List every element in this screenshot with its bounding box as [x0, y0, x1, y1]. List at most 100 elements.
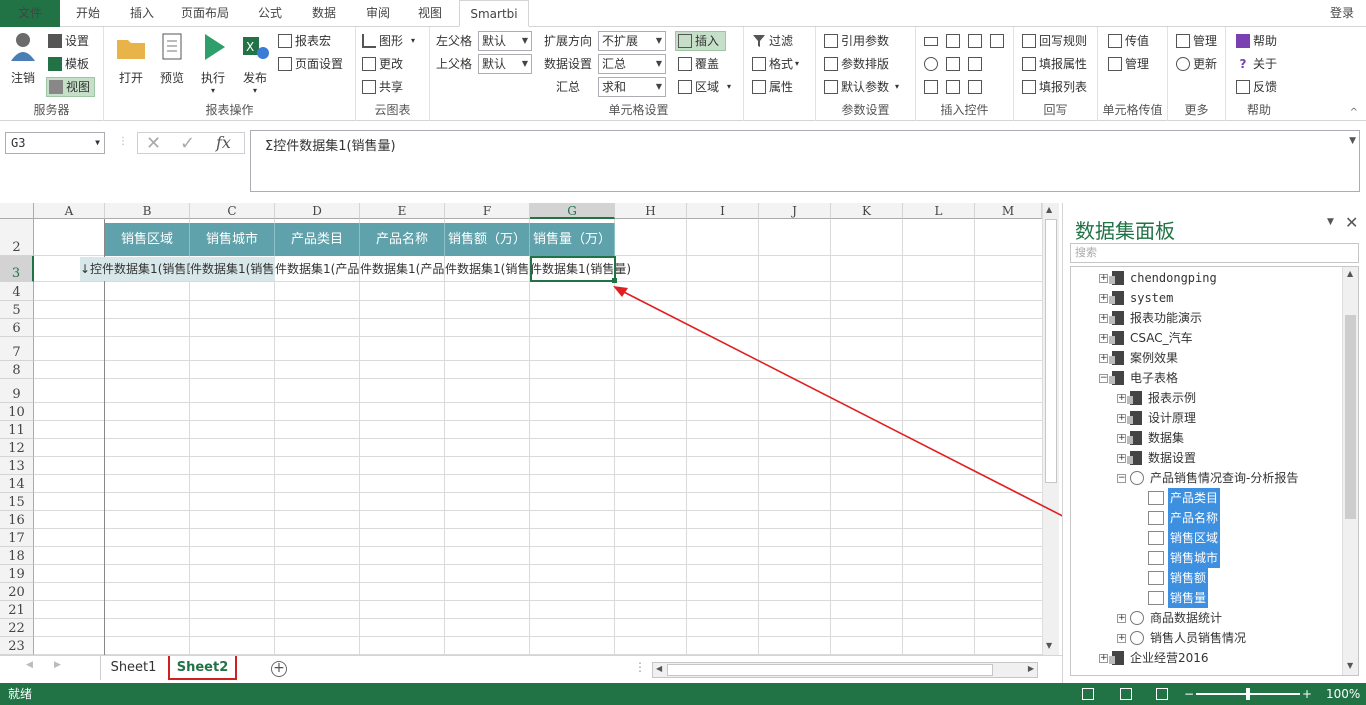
tree-item-label: 销售城市 [1168, 548, 1221, 568]
tree-scrollbar-thumb[interactable] [1345, 315, 1356, 519]
scroll-left-icon[interactable]: ◀ [656, 664, 662, 673]
panel-menu-icon[interactable]: ▼ [1327, 217, 1334, 227]
tree-field-item[interactable]: 销售额 [1135, 568, 1209, 588]
expand-icon[interactable]: + [1099, 293, 1108, 303]
database-icon [1127, 411, 1142, 425]
prev-sheet-icon[interactable]: ◀ [26, 660, 33, 670]
splitter-handle-icon[interactable]: ⋮ [634, 660, 646, 674]
tree-folder-item[interactable]: + 企业经营2016 [1099, 648, 1209, 668]
tree-scrollbar[interactable]: ▲ ▼ [1342, 267, 1358, 675]
expand-icon[interactable]: + [1117, 393, 1126, 403]
tree-item-label: 企业经营2016 [1130, 651, 1209, 665]
zoom-slider-thumb[interactable] [1246, 688, 1250, 700]
zoom-in-icon[interactable]: + [1302, 683, 1312, 705]
panel-title: 数据集面板 [1075, 219, 1175, 243]
tree-field-item[interactable]: 销售城市 [1135, 548, 1221, 568]
expand-icon[interactable]: + [1099, 313, 1108, 323]
database-icon [1109, 311, 1124, 325]
database-icon [1109, 331, 1124, 345]
tree-item-label: 产品销售情况查询-分析报告 [1150, 471, 1299, 485]
database-icon [1127, 451, 1142, 465]
tree-item-label: 案例效果 [1130, 351, 1179, 365]
field-icon [1148, 571, 1164, 585]
tree-folder-item[interactable]: + system [1099, 288, 1173, 308]
tree-item-label: 产品类目 [1168, 488, 1221, 508]
status-text: 就绪 [8, 687, 33, 701]
field-icon [1148, 491, 1164, 505]
tree-folder-item[interactable]: + 数据集 [1117, 428, 1184, 448]
tree-item-label: 报表功能演示 [1130, 311, 1203, 325]
expand-icon[interactable]: + [1117, 413, 1126, 423]
next-sheet-icon[interactable]: ▶ [54, 660, 61, 670]
tree-item-label: system [1130, 291, 1174, 305]
hscroll-thumb[interactable] [667, 664, 993, 676]
scroll-down-icon[interactable]: ▼ [1347, 661, 1353, 670]
expand-icon[interactable]: + [1099, 353, 1108, 363]
zoom-level[interactable]: 100% [1326, 683, 1360, 705]
sheet-tab-sheet1[interactable]: Sheet1 [100, 656, 166, 680]
page-layout-view-icon[interactable] [1120, 688, 1132, 700]
tree-field-item[interactable]: 销售区域 [1135, 528, 1221, 548]
tree-item-label: 销售人员销售情况 [1150, 631, 1247, 645]
tree-folder-item[interactable]: + 报表功能演示 [1099, 308, 1202, 328]
database-icon [1127, 431, 1142, 445]
collapse-icon[interactable]: − [1099, 373, 1108, 383]
add-sheet-icon[interactable]: + [271, 661, 287, 677]
expand-icon[interactable]: + [1117, 633, 1126, 643]
tree-item-label: 销售额 [1168, 568, 1209, 588]
tree-field-item[interactable]: 产品类目 [1135, 488, 1221, 508]
zoom-out-icon[interactable]: − [1184, 683, 1194, 705]
dataset-panel: 数据集面板 ▼ ✕ 搜索 + chendongping + system + 报表功能演示… [1062, 203, 1366, 683]
tree-folder-item[interactable]: + CSAC_汽车 [1099, 328, 1193, 348]
field-icon [1148, 551, 1164, 565]
tree-folder-item[interactable]: + 销售人员销售情况 [1117, 628, 1246, 648]
normal-view-icon[interactable] [1082, 688, 1094, 700]
database-icon [1109, 271, 1124, 285]
tree-item-label: 报表示例 [1148, 391, 1197, 405]
tree-field-item[interactable]: 销售量 [1135, 588, 1209, 608]
dataset-icon [1130, 471, 1144, 485]
tree-item-label: 销售区域 [1168, 528, 1221, 548]
tree-item-label: 数据集 [1148, 431, 1185, 445]
tree-item-label: 产品名称 [1168, 508, 1221, 528]
status-bar: 就绪 − + 100% [0, 683, 1366, 705]
expand-icon[interactable]: + [1099, 653, 1108, 663]
tree-folder-item[interactable]: + 报表示例 [1117, 388, 1196, 408]
expand-icon[interactable]: + [1099, 273, 1108, 283]
field-icon [1148, 591, 1164, 605]
tree-folder-item[interactable]: + 商品数据统计 [1117, 608, 1222, 628]
tree-item-label: 设计原理 [1148, 411, 1197, 425]
tree-item-label: 电子表格 [1130, 371, 1179, 385]
tree-folder-item[interactable]: + 设计原理 [1117, 408, 1196, 428]
tree-item-label: CSAC_汽车 [1130, 331, 1193, 345]
dataset-icon [1130, 631, 1144, 645]
dataset-tree[interactable]: + chendongping + system + 报表功能演示 + CSAC_汽车 + 案例效果… [1070, 266, 1359, 676]
database-icon [1109, 651, 1124, 665]
sheet-tab-sheet2[interactable]: Sheet2 [168, 656, 237, 680]
expand-icon[interactable]: + [1117, 613, 1126, 623]
page-break-view-icon[interactable] [1156, 688, 1168, 700]
tree-folder-item[interactable]: + 数据设置 [1117, 448, 1196, 468]
scroll-right-icon[interactable]: ▶ [1028, 664, 1034, 673]
tree-folder-item[interactable]: + chendongping [1099, 268, 1217, 288]
expand-icon[interactable]: + [1099, 333, 1108, 343]
tree-item-label: 销售量 [1168, 588, 1209, 608]
dataset-search-input[interactable]: 搜索 [1070, 243, 1359, 263]
database-icon [1109, 351, 1124, 365]
database-icon [1109, 291, 1124, 305]
tree-folder-item[interactable]: − 电子表格 [1099, 368, 1178, 388]
expand-icon[interactable]: + [1117, 453, 1126, 463]
tree-field-item[interactable]: 产品名称 [1135, 508, 1221, 528]
field-icon [1148, 511, 1164, 525]
tree-folder-item[interactable]: − 产品销售情况查询-分析报告 [1117, 468, 1298, 488]
close-icon[interactable]: ✕ [1345, 213, 1358, 232]
horizontal-scrollbar[interactable]: ◀ ▶ [652, 662, 1038, 678]
field-icon [1148, 531, 1164, 545]
collapse-icon[interactable]: − [1117, 473, 1126, 483]
database-icon [1109, 371, 1124, 385]
scroll-up-icon[interactable]: ▲ [1347, 269, 1353, 278]
expand-icon[interactable]: + [1117, 433, 1126, 443]
tree-item-label: chendongping [1130, 271, 1217, 285]
tree-item-label: 数据设置 [1148, 451, 1197, 465]
tree-folder-item[interactable]: + 案例效果 [1099, 348, 1178, 368]
